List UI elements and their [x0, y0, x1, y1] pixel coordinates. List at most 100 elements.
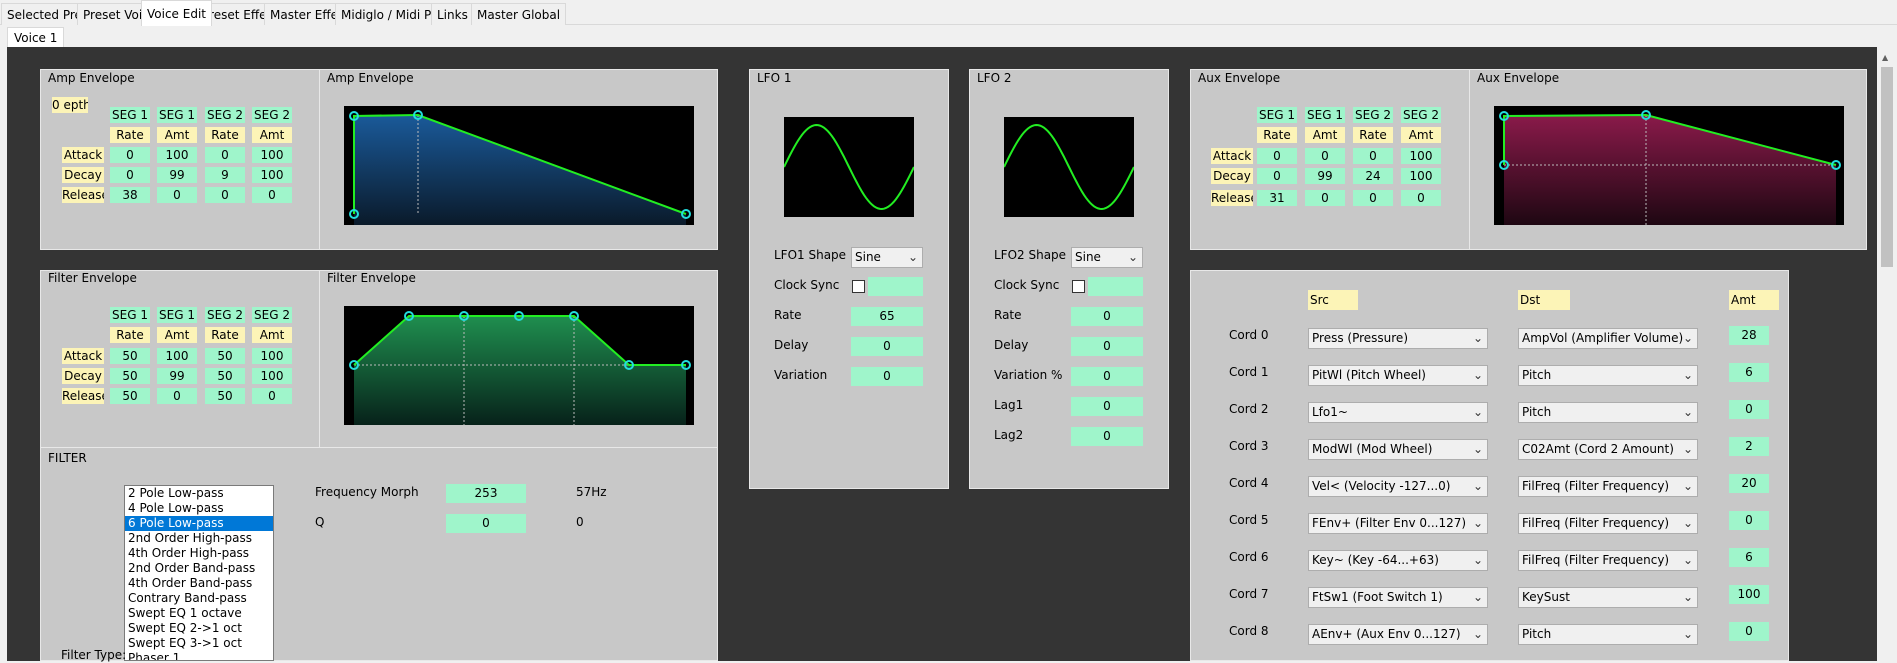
filter-type-option[interactable]: Contrary Band-pass	[125, 591, 273, 606]
cord-dst-dropdown[interactable]: FilFreq (Filter Frequency) ⌄	[1518, 550, 1698, 571]
filter-decay-seg1-amt[interactable]: 99	[157, 368, 197, 384]
filter-type-list[interactable]: 2 Pole Low-pass 4 Pole Low-pass 6 Pole L…	[124, 485, 274, 661]
lfo2-rate-value[interactable]: 0	[1071, 307, 1143, 326]
filter-envelope-graph[interactable]	[344, 306, 694, 425]
aux-release-seg2-amt[interactable]: 0	[1401, 190, 1441, 206]
filter-type-option[interactable]: 4th Order High-pass	[125, 546, 273, 561]
filter-type-option[interactable]: 2nd Order Band-pass	[125, 561, 273, 576]
aux-attack-seg1-amt[interactable]: 0	[1305, 148, 1345, 164]
filter-attack-seg1-amt[interactable]: 100	[157, 348, 197, 364]
filter-type-option[interactable]: 2nd Order High-pass	[125, 531, 273, 546]
cord-amt-value[interactable]: 100	[1729, 585, 1769, 604]
amp-decay-seg1-amt[interactable]: 99	[157, 167, 197, 183]
lfo2-clock-sync-checkbox[interactable]	[1072, 280, 1085, 293]
amp-attack-seg2-amt[interactable]: 100	[252, 147, 292, 163]
aux-release-seg2-rate[interactable]: 0	[1353, 190, 1393, 206]
amp-release-seg1-amt[interactable]: 0	[157, 187, 197, 203]
amp-envelope-graph[interactable]	[344, 106, 694, 225]
cord-amt-value[interactable]: 2	[1729, 437, 1769, 456]
cord-amt-value[interactable]: 0	[1729, 400, 1769, 419]
amp-decay-seg2-amt[interactable]: 100	[252, 167, 292, 183]
lfo1-variation-value[interactable]: 0	[851, 367, 923, 386]
filter-type-option[interactable]: 2 Pole Low-pass	[125, 486, 273, 501]
cord-dst-dropdown[interactable]: Pitch ⌄	[1518, 624, 1698, 645]
cord-src-dropdown[interactable]: Lfo1~ ⌄	[1308, 402, 1488, 423]
cord-amt-value[interactable]: 0	[1729, 511, 1769, 530]
cord-amt-value[interactable]: 20	[1729, 474, 1769, 493]
cord-src-dropdown[interactable]: Press (Pressure) ⌄	[1308, 328, 1488, 349]
filter-decay-seg2-amt[interactable]: 100	[252, 368, 292, 384]
aux-attack-seg2-rate[interactable]: 0	[1353, 148, 1393, 164]
aux-release-seg1-rate[interactable]: 31	[1257, 190, 1297, 206]
cord-dst-dropdown[interactable]: Pitch ⌄	[1518, 365, 1698, 386]
cord-dst-dropdown[interactable]: FilFreq (Filter Frequency) ⌄	[1518, 476, 1698, 497]
cord-src-dropdown[interactable]: FtSw1 (Foot Switch 1) ⌄	[1308, 587, 1488, 608]
amp-attack-seg1-rate[interactable]: 0	[110, 147, 150, 163]
filter-type-option[interactable]: 4th Order Band-pass	[125, 576, 273, 591]
amp-attack-seg2-rate[interactable]: 0	[205, 147, 245, 163]
cord-src-dropdown[interactable]: PitWl (Pitch Wheel) ⌄	[1308, 365, 1488, 386]
amp-depth-label[interactable]: 0 epth	[52, 97, 88, 113]
lfo2-shape-dropdown[interactable]: Sine ⌄	[1071, 247, 1143, 268]
aux-attack-seg2-amt[interactable]: 100	[1401, 148, 1441, 164]
cord-amt-value[interactable]: 6	[1729, 363, 1769, 382]
lfo2-variation-value[interactable]: 0	[1071, 367, 1143, 386]
cord-src-dropdown[interactable]: Key~ (Key -64...+63) ⌄	[1308, 550, 1488, 571]
tab-links[interactable]: Links	[431, 3, 474, 25]
lfo1-clock-sync-checkbox[interactable]	[852, 280, 865, 293]
scrollbar-thumb[interactable]	[1881, 67, 1893, 267]
lfo1-shape-dropdown[interactable]: Sine ⌄	[851, 247, 923, 268]
tab-voice-1[interactable]: Voice 1	[7, 27, 65, 47]
aux-envelope-graph[interactable]	[1494, 106, 1844, 225]
filter-type-option[interactable]: Swept EQ 2->1 oct	[125, 621, 273, 636]
aux-attack-seg1-rate[interactable]: 0	[1257, 148, 1297, 164]
q-value[interactable]: 0	[446, 514, 526, 533]
cord-src-dropdown[interactable]: ModWl (Mod Wheel) ⌄	[1308, 439, 1488, 460]
tab-voice-edit[interactable]: Voice Edit	[141, 0, 212, 26]
filter-attack-seg2-rate[interactable]: 50	[205, 348, 245, 364]
filter-decay-seg1-rate[interactable]: 50	[110, 368, 150, 384]
cord-amt-value[interactable]: 0	[1729, 622, 1769, 641]
filter-release-seg1-rate[interactable]: 50	[110, 388, 150, 404]
cord-amt-value[interactable]: 28	[1729, 326, 1769, 345]
filter-type-option[interactable]: 4 Pole Low-pass	[125, 501, 273, 516]
cord-amt-value[interactable]: 6	[1729, 548, 1769, 567]
cord-dst-dropdown[interactable]: AmpVol (Amplifier Volume) ⌄	[1518, 328, 1698, 349]
cord-dst-dropdown[interactable]: Pitch ⌄	[1518, 402, 1698, 423]
filter-decay-seg2-rate[interactable]: 50	[205, 368, 245, 384]
cord-dst-dropdown[interactable]: KeySust ⌄	[1518, 587, 1698, 608]
aux-decay-seg1-rate[interactable]: 0	[1257, 168, 1297, 184]
amp-attack-seg1-amt[interactable]: 100	[157, 147, 197, 163]
aux-release-seg1-amt[interactable]: 0	[1305, 190, 1345, 206]
filter-release-seg2-rate[interactable]: 50	[205, 388, 245, 404]
filter-release-seg1-amt[interactable]: 0	[157, 388, 197, 404]
cord-src-dropdown[interactable]: FEnv+ (Filter Env 0...127) ⌄	[1308, 513, 1488, 534]
cord-src-dropdown[interactable]: AEnv+ (Aux Env 0...127) ⌄	[1308, 624, 1488, 645]
scroll-up-arrow-icon[interactable]: ▲	[1882, 53, 1888, 62]
tab-master-global[interactable]: Master Global	[471, 3, 567, 25]
filter-attack-seg2-amt[interactable]: 100	[252, 348, 292, 364]
filter-type-option[interactable]: Swept EQ 3->1 oct	[125, 636, 273, 651]
filter-type-option-selected[interactable]: 6 Pole Low-pass	[125, 516, 273, 531]
aux-decay-seg1-amt[interactable]: 99	[1305, 168, 1345, 184]
cord-dst-dropdown[interactable]: FilFreq (Filter Frequency) ⌄	[1518, 513, 1698, 534]
filter-type-option[interactable]: Swept EQ 1 octave	[125, 606, 273, 621]
lfo2-lag1-value[interactable]: 0	[1071, 397, 1143, 416]
vertical-scrollbar[interactable]: ▲	[1877, 47, 1897, 661]
lfo1-delay-value[interactable]: 0	[851, 337, 923, 356]
amp-decay-seg2-rate[interactable]: 9	[205, 167, 245, 183]
amp-release-seg1-rate[interactable]: 38	[110, 187, 150, 203]
filter-attack-seg1-rate[interactable]: 50	[110, 348, 150, 364]
amp-release-seg2-amt[interactable]: 0	[252, 187, 292, 203]
aux-decay-seg2-amt[interactable]: 100	[1401, 168, 1441, 184]
amp-release-seg2-rate[interactable]: 0	[205, 187, 245, 203]
lfo2-lag2-value[interactable]: 0	[1071, 427, 1143, 446]
amp-decay-seg1-rate[interactable]: 0	[110, 167, 150, 183]
frequency-morph-value[interactable]: 253	[446, 484, 526, 503]
lfo2-delay-value[interactable]: 0	[1071, 337, 1143, 356]
cord-dst-dropdown[interactable]: C02Amt (Cord 2 Amount) ⌄	[1518, 439, 1698, 460]
filter-type-option[interactable]: Phaser 1	[125, 651, 273, 660]
aux-decay-seg2-rate[interactable]: 24	[1353, 168, 1393, 184]
lfo1-rate-value[interactable]: 65	[851, 307, 923, 326]
cord-src-dropdown[interactable]: Vel< (Velocity -127...0) ⌄	[1308, 476, 1488, 497]
